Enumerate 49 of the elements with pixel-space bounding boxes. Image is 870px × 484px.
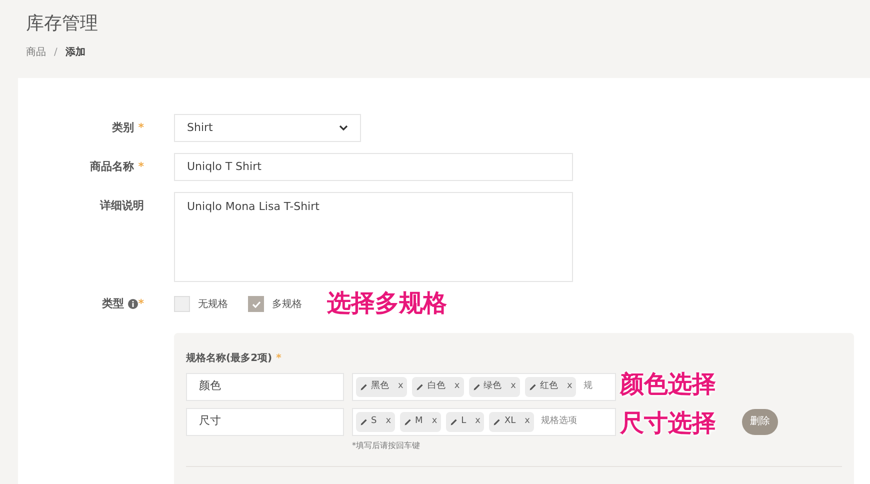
pencil-icon — [360, 382, 368, 390]
annotation-text: 颜色选择 — [620, 369, 716, 400]
required-mark: * — [276, 352, 282, 364]
page-title: 库存管理 — [26, 12, 99, 36]
info-icon — [128, 299, 138, 310]
annotation-text: 选择多规格 — [327, 288, 447, 319]
spec-name-input[interactable]: 尺寸 — [186, 408, 344, 436]
pencil-icon — [472, 382, 481, 390]
pencil-icon — [360, 418, 368, 426]
required-mark: * — [138, 120, 144, 134]
pencil-icon — [493, 418, 502, 426]
tag-placeholder: 规 — [583, 380, 592, 393]
checkbox-label: 多规格 — [272, 298, 302, 312]
breadcrumb-item: 添加 — [65, 46, 86, 60]
pencil-icon — [528, 382, 537, 390]
hint-text: *填写后请按回车键 — [352, 440, 421, 452]
spec-tag[interactable]: 白色 x — [412, 376, 464, 396]
breadcrumb-separator: / — [54, 46, 58, 60]
field-label: 商品名称 — [90, 160, 134, 173]
breadcrumb-item[interactable]: 商品 — [26, 45, 46, 60]
field-label: 类别 — [112, 120, 134, 134]
spec-tags-input[interactable]: S x M x L x XL x 规格选项 — [352, 408, 616, 436]
check-icon — [252, 300, 260, 308]
name-input[interactable]: Uniqlo T Shirt — [174, 153, 573, 181]
field-label: 详细说明 — [100, 199, 144, 212]
spec-tag[interactable]: 绿色 x — [468, 376, 520, 396]
spec-tag[interactable]: 黑色 x — [356, 376, 408, 396]
chevron-down-icon — [339, 125, 348, 131]
field-label: 类型 — [102, 296, 124, 312]
checkbox[interactable] — [174, 296, 190, 312]
category-select[interactable]: Shirt — [174, 114, 361, 142]
spec-tag[interactable]: M x — [400, 412, 442, 432]
spec-tag[interactable]: S x — [356, 412, 396, 432]
required-mark: * — [138, 160, 144, 173]
tag-placeholder: 规格选项 — [541, 414, 577, 428]
checkbox[interactable] — [248, 296, 264, 312]
pencil-icon — [416, 382, 424, 390]
required-mark: * — [138, 296, 144, 312]
spec-name-input[interactable]: 颜色 — [186, 372, 344, 400]
annotation-text: 尺寸选择 — [620, 408, 716, 439]
spec-tag[interactable]: 红色 x — [524, 376, 576, 396]
pencil-icon — [404, 418, 412, 426]
checkbox-label: 无规格 — [198, 298, 228, 312]
spec-tags-input[interactable]: 黑色 x 白色 x 绿色 x 红色 x 规 — [352, 372, 616, 400]
spec-tag[interactable]: XL x — [489, 412, 534, 432]
pencil-icon — [450, 418, 458, 426]
specs-label: 规格名称(最多2项) — [186, 352, 272, 364]
description-textarea[interactable]: Uniqlo Mona Lisa T-Shirt — [174, 192, 573, 282]
spec-tag[interactable]: L x — [446, 412, 484, 432]
